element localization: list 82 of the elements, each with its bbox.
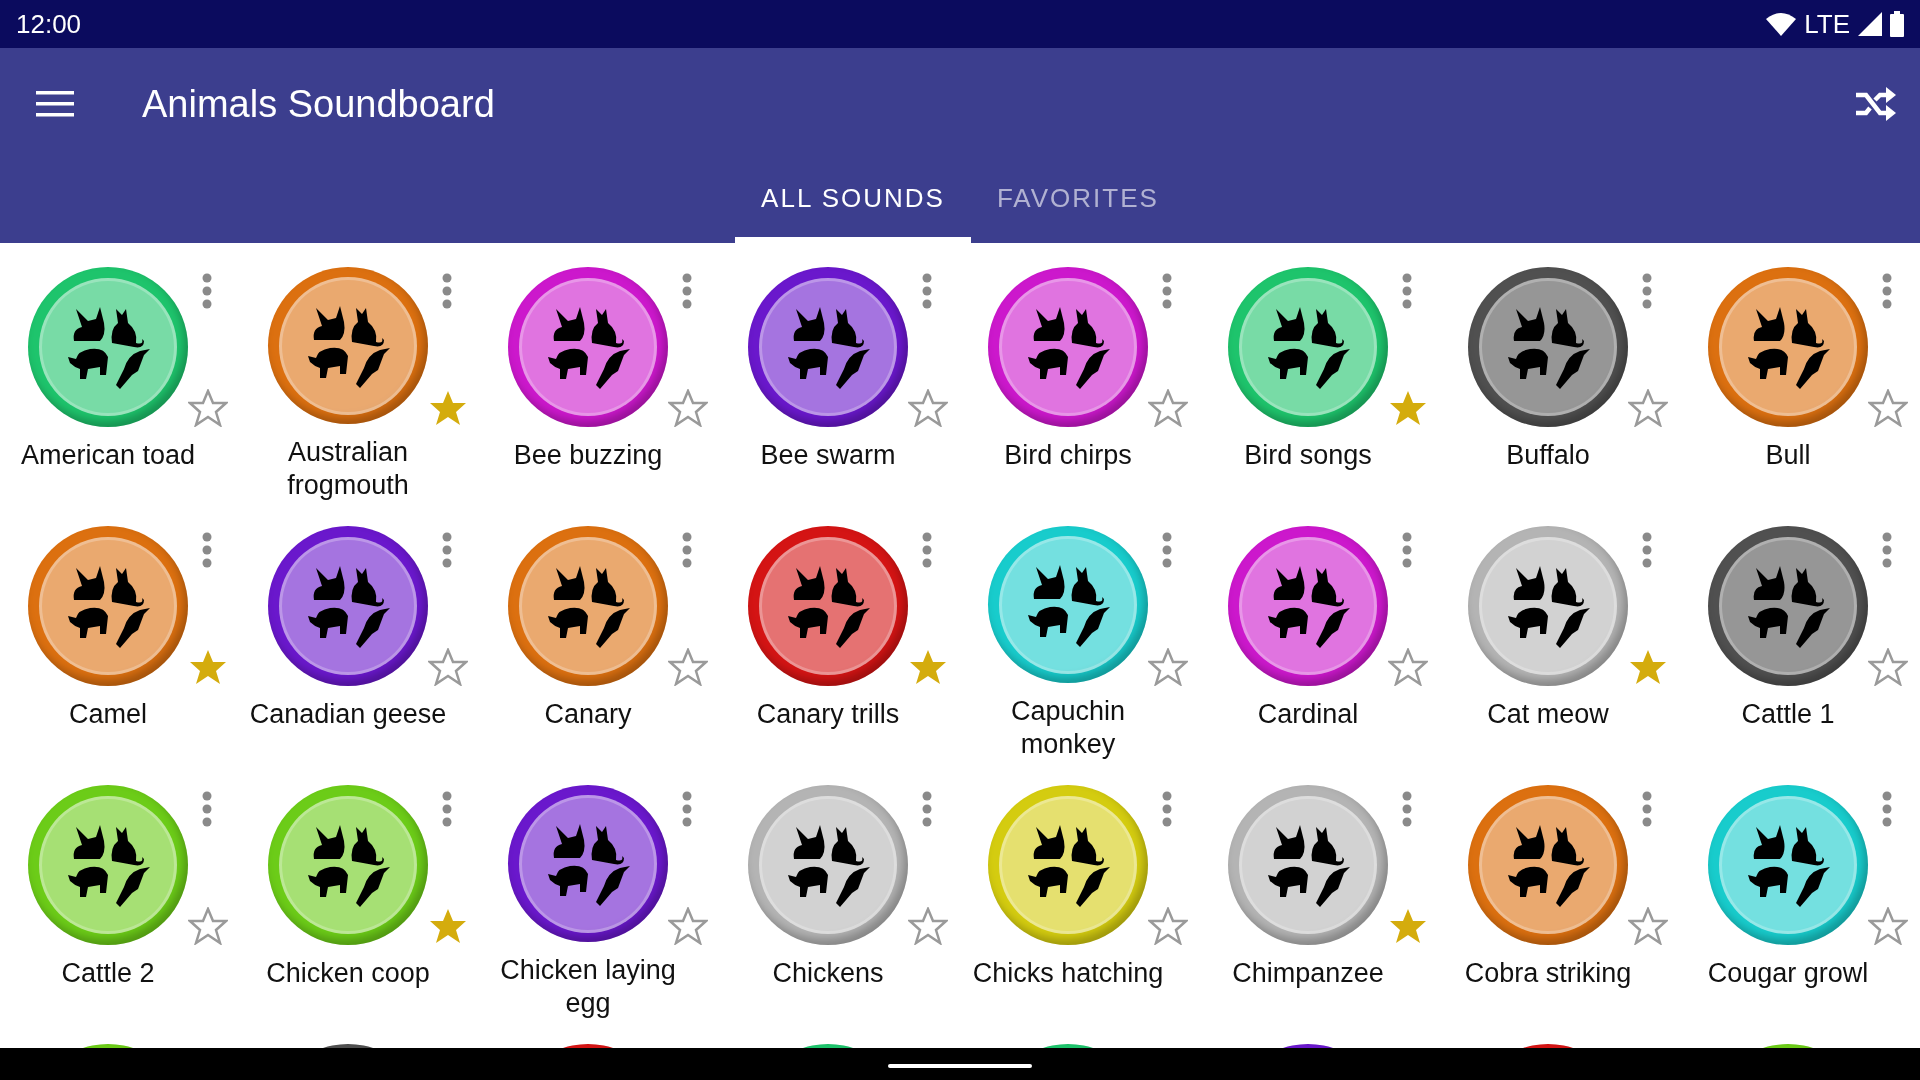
more-options-icon[interactable] bbox=[440, 791, 454, 827]
more-options-icon[interactable] bbox=[1400, 532, 1414, 568]
more-options-icon[interactable] bbox=[920, 273, 934, 309]
favorite-star-icon[interactable] bbox=[188, 907, 228, 945]
favorite-star-icon[interactable] bbox=[668, 389, 708, 427]
favorite-star-icon[interactable] bbox=[1628, 389, 1668, 427]
menu-icon[interactable] bbox=[36, 91, 74, 117]
sound-label: Chicken laying egg bbox=[499, 954, 677, 1020]
favorite-star-icon[interactable] bbox=[1148, 648, 1188, 686]
favorite-star-icon[interactable] bbox=[428, 648, 468, 686]
sound-label: Cat meow bbox=[1486, 698, 1610, 731]
more-options-icon[interactable] bbox=[1880, 532, 1894, 568]
more-options-icon[interactable] bbox=[200, 273, 214, 309]
sound-label: Capuchin monkey bbox=[1009, 695, 1127, 761]
sound-label: Canadian geese bbox=[248, 698, 448, 731]
more-options-icon[interactable] bbox=[1160, 532, 1174, 568]
sound-label: Cattle 1 bbox=[1740, 698, 1836, 731]
favorite-star-icon[interactable] bbox=[1388, 907, 1428, 945]
sound-label: Camel bbox=[68, 698, 148, 731]
favorite-star-icon[interactable] bbox=[668, 648, 708, 686]
sound-label: Cattle 2 bbox=[60, 957, 156, 990]
more-options-icon[interactable] bbox=[920, 791, 934, 827]
more-options-icon[interactable] bbox=[680, 273, 694, 309]
favorite-star-icon[interactable] bbox=[1868, 648, 1908, 686]
favorite-star-icon[interactable] bbox=[428, 907, 468, 945]
favorite-star-icon[interactable] bbox=[188, 389, 228, 427]
favorite-star-icon[interactable] bbox=[1388, 648, 1428, 686]
more-options-icon[interactable] bbox=[1400, 273, 1414, 309]
network-type: LTE bbox=[1804, 7, 1850, 41]
sound-label: Chicks hatching bbox=[971, 957, 1165, 990]
more-options-icon[interactable] bbox=[1880, 791, 1894, 827]
app-title: Animals Soundboard bbox=[142, 81, 495, 127]
favorite-star-icon[interactable] bbox=[1628, 648, 1668, 686]
battery-icon bbox=[1890, 11, 1904, 37]
more-options-icon[interactable] bbox=[1640, 273, 1654, 309]
wifi-icon bbox=[1766, 12, 1797, 36]
sound-label: Cobra striking bbox=[1463, 957, 1633, 990]
sound-label: Cougar growl bbox=[1706, 957, 1870, 990]
sound-label: Bird songs bbox=[1243, 439, 1373, 472]
more-options-icon[interactable] bbox=[440, 273, 454, 309]
more-options-icon[interactable] bbox=[200, 791, 214, 827]
tab[interactable]: FAVORITES bbox=[970, 160, 1185, 243]
more-options-icon[interactable] bbox=[440, 532, 454, 568]
more-options-icon[interactable] bbox=[1160, 273, 1174, 309]
favorite-star-icon[interactable] bbox=[1628, 907, 1668, 945]
favorite-star-icon[interactable] bbox=[1388, 389, 1428, 427]
signal-icon bbox=[1858, 12, 1882, 36]
clock-time: 12:00 bbox=[16, 7, 82, 41]
favorite-star-icon[interactable] bbox=[1148, 907, 1188, 945]
sound-label: Bee swarm bbox=[759, 439, 897, 472]
sound-label: Cardinal bbox=[1256, 698, 1360, 731]
sound-label: Bird chirps bbox=[1003, 439, 1133, 472]
more-options-icon[interactable] bbox=[1160, 791, 1174, 827]
tab[interactable]: ALL SOUNDS bbox=[735, 160, 971, 243]
favorite-star-icon[interactable] bbox=[908, 389, 948, 427]
favorite-star-icon[interactable] bbox=[908, 907, 948, 945]
sound-label: Buffalo bbox=[1505, 439, 1591, 472]
sound-label: Bee buzzing bbox=[512, 439, 664, 472]
more-options-icon[interactable] bbox=[680, 791, 694, 827]
sound-label: Chicken coop bbox=[265, 957, 431, 990]
sound-label: Chickens bbox=[771, 957, 885, 990]
shuffle-icon[interactable] bbox=[1856, 87, 1896, 121]
favorite-star-icon[interactable] bbox=[1148, 389, 1188, 427]
sound-label: Canary trills bbox=[755, 698, 901, 731]
sound-label: Bull bbox=[1764, 439, 1812, 472]
favorite-star-icon[interactable] bbox=[908, 648, 948, 686]
sound-label: Canary bbox=[543, 698, 633, 731]
more-options-icon[interactable] bbox=[200, 532, 214, 568]
sound-label: Chimpanzee bbox=[1231, 957, 1385, 990]
favorite-star-icon[interactable] bbox=[428, 389, 468, 427]
favorite-star-icon[interactable] bbox=[668, 907, 708, 945]
more-options-icon[interactable] bbox=[680, 532, 694, 568]
more-options-icon[interactable] bbox=[920, 532, 934, 568]
more-options-icon[interactable] bbox=[1640, 532, 1654, 568]
more-options-icon[interactable] bbox=[1880, 273, 1894, 309]
favorite-star-icon[interactable] bbox=[1868, 907, 1908, 945]
more-options-icon[interactable] bbox=[1400, 791, 1414, 827]
favorite-star-icon[interactable] bbox=[1868, 389, 1908, 427]
sound-label: American toad bbox=[19, 439, 197, 472]
favorite-star-icon[interactable] bbox=[188, 648, 228, 686]
more-options-icon[interactable] bbox=[1640, 791, 1654, 827]
sound-label: Australian frogmouth bbox=[286, 436, 410, 502]
